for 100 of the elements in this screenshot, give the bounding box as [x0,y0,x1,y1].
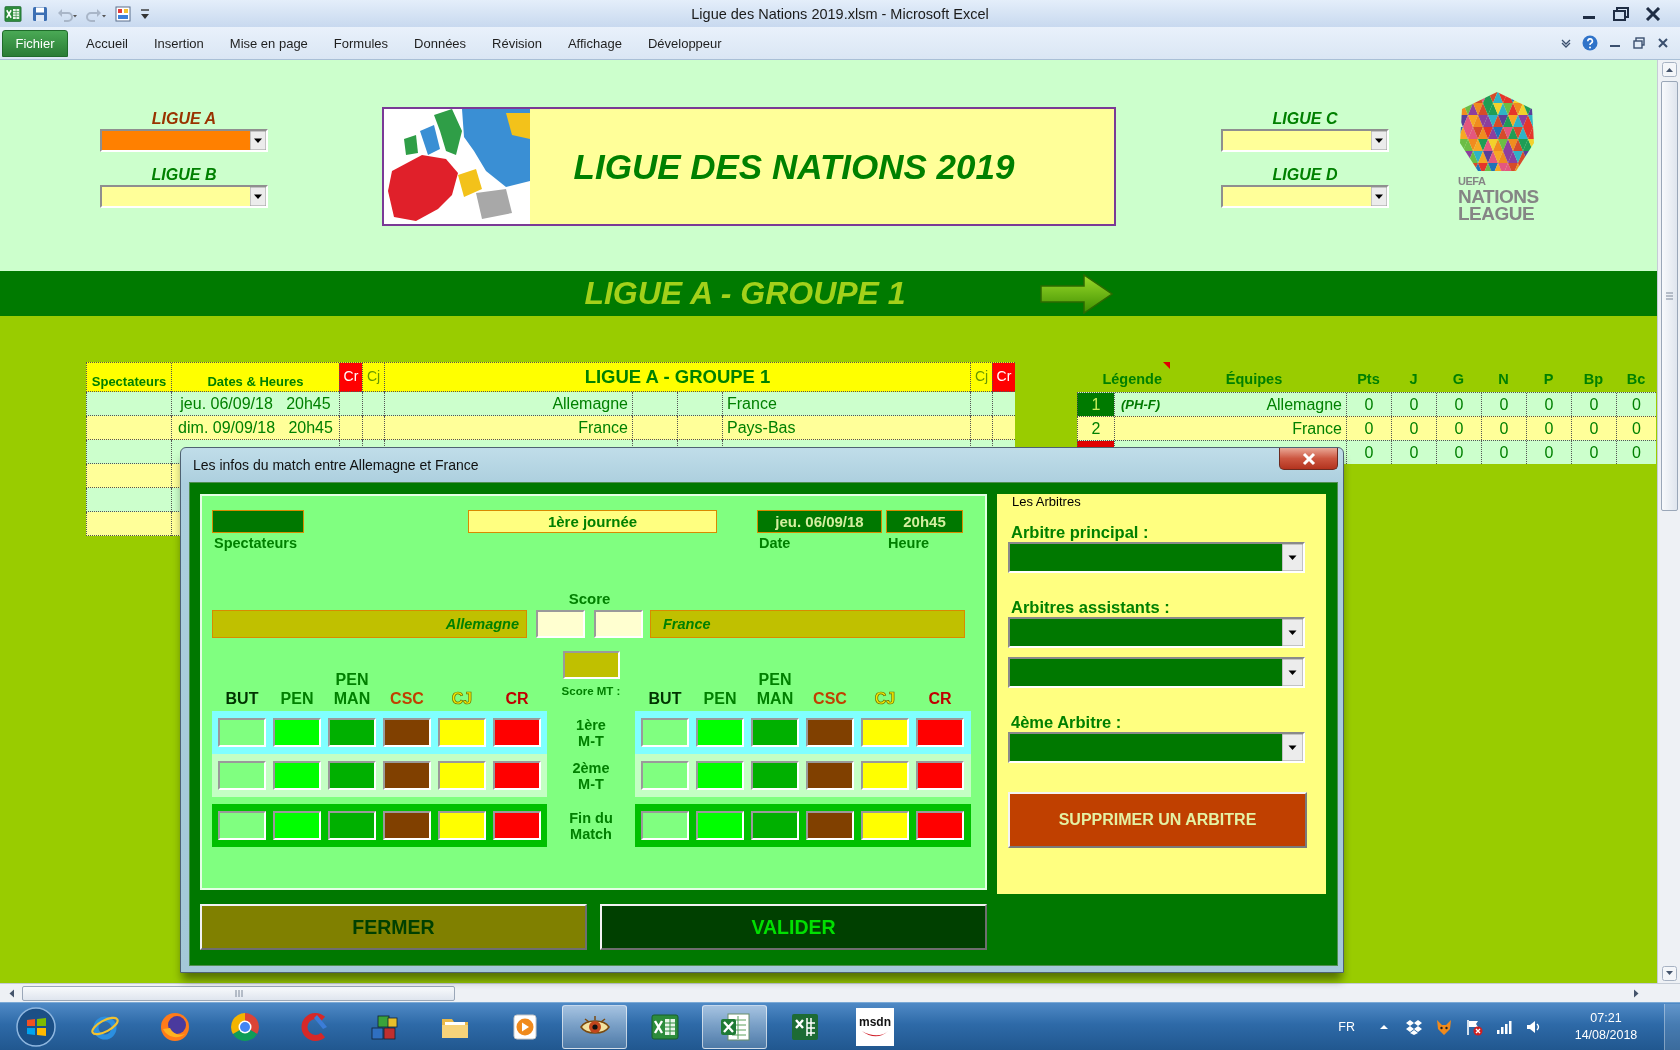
stat-field[interactable] [328,811,376,840]
stat-field[interactable] [218,811,266,840]
stat-header: CR [505,689,529,708]
stat-field[interactable] [641,718,689,747]
matchday-field[interactable]: 1ère journée [468,510,717,533]
ribbon-tab[interactable]: Accueil [73,29,141,57]
globe-icon[interactable] [158,1010,191,1043]
referee-dropdown[interactable] [1008,617,1305,648]
stat-field[interactable] [438,718,486,747]
ribbon-tab[interactable]: Insertion [140,29,217,57]
stat-field[interactable] [696,718,744,747]
clock-date[interactable]: 14/08/2018 [1574,1026,1638,1044]
caret-down-icon[interactable] [140,6,150,21]
stat-field[interactable] [493,811,541,840]
pinwheel-icon[interactable] [228,1010,261,1043]
stat-field[interactable] [273,718,321,747]
stat-field[interactable] [273,811,321,840]
arrow-right-icon[interactable] [1040,273,1113,314]
ribbon-tab[interactable]: Mise en page [216,29,321,57]
dropdown-arrow-icon[interactable] [1282,659,1303,686]
arrow-up-icon[interactable] [1661,62,1677,77]
score-field[interactable] [536,610,585,638]
stat-field[interactable] [806,811,854,840]
stat-field[interactable] [861,718,909,747]
stat-field[interactable] [493,761,541,790]
chevron-down-icon[interactable] [1560,37,1572,49]
start-orb-icon [16,1006,56,1047]
close-icon[interactable] [1644,6,1662,21]
dropdown-arrow-icon[interactable] [1371,131,1387,150]
arrow-down-icon[interactable] [1661,966,1677,981]
taskbar-button[interactable] [702,1004,767,1049]
stat-field[interactable] [696,811,744,840]
help-icon[interactable] [1582,35,1598,51]
close-button[interactable] [1279,448,1338,470]
stat-field[interactable] [806,718,854,747]
stat-field[interactable] [438,811,486,840]
animal-head-icon[interactable] [1435,1017,1453,1036]
stat-field[interactable] [916,718,964,747]
table-cell: Pays-Bas [727,418,796,437]
stat-field[interactable] [273,761,321,790]
stat-field[interactable] [751,761,799,790]
dropdown-arrow-icon[interactable] [250,187,266,206]
spreadsheet-icon[interactable] [718,1010,751,1043]
stat-field[interactable] [218,718,266,747]
stat-field[interactable] [916,761,964,790]
stat-field[interactable] [916,811,964,840]
referee-dropdown[interactable] [1008,657,1305,688]
colored-blocks-icon[interactable] [115,5,131,22]
time-field[interactable]: 20h45 [886,510,963,533]
halftime-score-field[interactable] [562,651,620,679]
dropdown-arrow-icon[interactable] [1282,619,1303,646]
language-indicator[interactable]: FR [1338,1019,1355,1034]
referee-dropdown[interactable] [1008,542,1305,573]
dropdown-arrow-icon[interactable] [250,131,266,150]
taskbar-button[interactable] [562,1004,627,1049]
diamonds-icon[interactable] [1405,1017,1423,1036]
stat-field[interactable] [218,761,266,790]
ribbon-tab[interactable]: Révision [479,29,555,57]
validate-button[interactable]: VALIDER [600,904,987,950]
stat-field[interactable] [641,811,689,840]
dropdown-arrow-icon[interactable] [1282,734,1303,761]
flag-x-icon[interactable] [1465,1017,1483,1036]
stat-field[interactable] [328,761,376,790]
team-name: Allemagne [1266,395,1342,414]
stat-field[interactable] [861,811,909,840]
dropdown-arrow-icon[interactable] [1282,544,1303,571]
stat-field[interactable] [328,718,376,747]
dropdown-arrow-icon[interactable] [1371,187,1387,206]
stat-field[interactable] [383,811,431,840]
clock-time[interactable]: 07:21 [1590,1009,1622,1027]
show-desktop-button[interactable] [1664,1003,1680,1050]
stat-field[interactable] [806,761,854,790]
stat-field[interactable] [383,761,431,790]
stat-field[interactable] [751,811,799,840]
stat-field[interactable] [493,718,541,747]
restore-icon[interactable] [1632,37,1646,49]
save-icon[interactable] [32,5,48,22]
close-icon[interactable] [1656,37,1670,49]
taskbar-button[interactable]: msdn [856,1007,894,1046]
stat-field[interactable] [751,718,799,747]
file-menu-button[interactable]: Fichier [2,29,68,57]
date-field[interactable]: jeu. 06/09/18 [757,510,882,533]
delete-referee-button[interactable]: SUPPRIMER UN ARBITRE [1008,792,1307,848]
stat-header: CSC [390,689,424,708]
maximize-icon[interactable] [1612,6,1630,21]
ribbon-tab[interactable]: Développeur [634,29,735,57]
stat-field[interactable] [383,718,431,747]
ribbon-tab[interactable]: Données [401,29,480,57]
ribbon-tab[interactable]: Affichage [554,29,635,57]
referee-dropdown[interactable] [1008,732,1305,763]
stat-field[interactable] [696,761,744,790]
scroll-thumb[interactable] [1660,81,1678,511]
spectators-field[interactable] [212,510,304,533]
stat-field[interactable] [438,761,486,790]
scroll-thumb[interactable] [22,985,455,1001]
spreadsheet-icon[interactable] [3,3,23,24]
score-field[interactable] [594,610,643,638]
stat-field[interactable] [641,761,689,790]
ribbon-tab[interactable]: Formules [320,29,402,57]
stat-field[interactable] [861,761,909,790]
